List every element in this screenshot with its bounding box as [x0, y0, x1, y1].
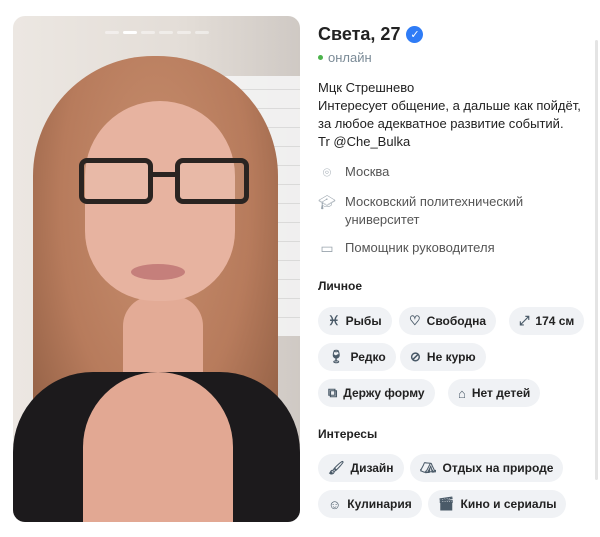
chip-outdoors: ⛺︎ Отдых на природе: [410, 454, 564, 482]
chip-label: Рыбы: [345, 314, 382, 328]
profile-photo[interactable]: [13, 16, 300, 522]
chip-label: Держу форму: [343, 386, 425, 400]
scrollbar[interactable]: [595, 40, 598, 480]
chip-zodiac: ♓︎ Рыбы: [318, 307, 392, 335]
photo-dot-active[interactable]: [123, 31, 137, 34]
personal-section-title: Личное: [318, 279, 363, 293]
photo-glasses: [79, 158, 249, 206]
city-fact: ⌾ Москва: [318, 163, 578, 181]
job-fact: ▭ Помощник руководителя: [318, 239, 578, 257]
photo-lips: [131, 264, 185, 280]
chip-relationship: ♡ Свободна: [399, 307, 496, 335]
chip-design: 🖌︎ Дизайн: [318, 454, 404, 482]
dumbbell-icon: ⧉: [328, 385, 338, 400]
graduation-cap-icon: 🎓︎: [318, 194, 336, 210]
chip-label: 174 см: [535, 314, 575, 328]
tent-icon: ⛺︎: [420, 460, 437, 475]
city-text: Москва: [345, 164, 390, 179]
job-text: Помощник руководителя: [345, 240, 495, 255]
glass-icon: 🍷︎: [328, 349, 345, 364]
heart-icon: ♡: [409, 313, 421, 328]
photo-dot[interactable]: [141, 31, 155, 34]
name-row: Света, 27 ✓: [318, 24, 424, 45]
chip-label: Кулинария: [347, 497, 412, 511]
photo-dot[interactable]: [105, 31, 119, 34]
chip-cooking: ☺ Кулинария: [318, 490, 422, 518]
university-text: Московский политехнический университет: [345, 194, 524, 227]
clapper-icon: 🎬︎: [438, 496, 455, 511]
profile-name: Света, 27: [318, 24, 401, 44]
interests-section-title: Интересы: [318, 427, 378, 441]
chip-label: Не курю: [426, 350, 476, 364]
chip-label: Кино и сериалы: [460, 497, 557, 511]
university-fact: 🎓︎ Московский политехнический университе…: [318, 193, 578, 229]
cook-icon: ☺: [328, 496, 342, 512]
chip-label: Нет детей: [471, 386, 531, 400]
online-dot-icon: [318, 55, 323, 60]
pisces-icon: ♓︎: [328, 313, 340, 328]
bio-line: Мцк Стрешнево: [318, 80, 415, 95]
bio-line: Tr @Che_Bulka: [318, 134, 411, 149]
bio-line: Интересует общение, а дальше как пойдёт,: [318, 98, 581, 113]
chip-kids: ⌂ Нет детей: [448, 379, 541, 407]
bottle-icon: ⌂: [458, 385, 466, 401]
photo-chest: [83, 372, 233, 522]
verified-icon: ✓: [406, 26, 424, 43]
brush-icon: 🖌︎: [328, 460, 345, 475]
photo-dot[interactable]: [159, 31, 173, 34]
chip-sport: ⧉ Держу форму: [318, 379, 435, 407]
chip-label: Редко: [350, 350, 386, 364]
photo-dot[interactable]: [177, 31, 191, 34]
chip-label: Свободна: [426, 314, 486, 328]
briefcase-icon: ▭: [320, 240, 334, 256]
chip-movies: 🎬︎ Кино и сериалы: [428, 490, 567, 518]
photo-pagination[interactable]: [105, 31, 209, 34]
no-smoking-icon: ⊘: [410, 349, 421, 364]
status-text: онлайн: [328, 50, 372, 65]
chip-alcohol: 🍷︎ Редко: [318, 343, 396, 371]
chip-label: Отдых на природе: [442, 461, 554, 475]
height-icon: ⤢: [519, 313, 530, 328]
bio-line: за любое адекватное развитие событий.: [318, 116, 564, 131]
chip-height: ⤢ 174 см: [509, 307, 585, 335]
photo-dot[interactable]: [195, 31, 209, 34]
chip-label: Дизайн: [350, 461, 394, 475]
online-status: онлайн: [318, 50, 372, 65]
chip-smoking: ⊘ Не курю: [400, 343, 486, 371]
profile-bio: Мцк Стрешнево Интересует общение, а даль…: [318, 79, 598, 151]
location-pin-icon: ⌾: [322, 164, 332, 180]
